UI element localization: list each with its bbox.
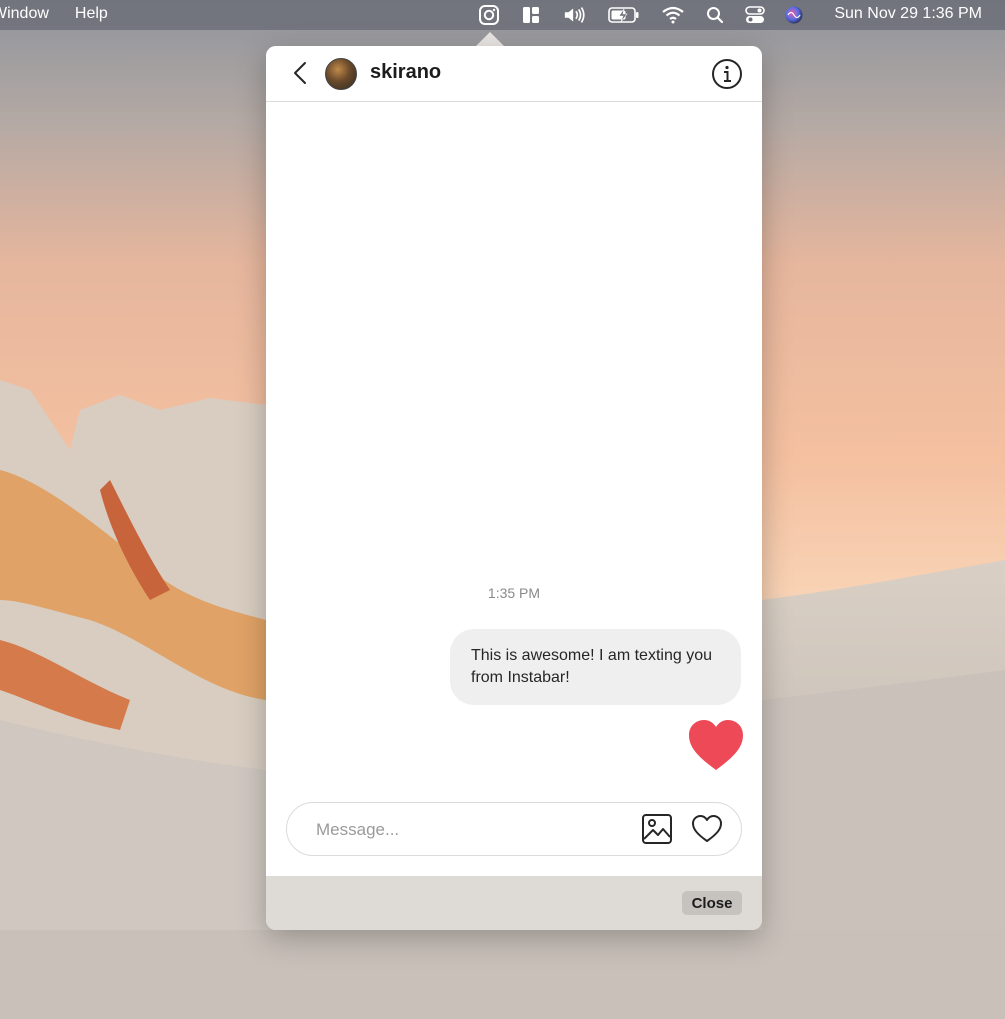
avatar[interactable] [325, 58, 357, 90]
popover-footer: Close [266, 876, 762, 930]
menu-window[interactable]: Window [0, 5, 49, 23]
like-message[interactable] [687, 718, 745, 772]
instabar-popover: skirano 1:35 PM This is awesome! I am te… [266, 46, 762, 930]
image-icon [642, 814, 672, 844]
message-input[interactable] [314, 817, 618, 843]
chat-username[interactable]: skirano [370, 61, 441, 84]
send-image-button[interactable] [641, 813, 673, 845]
heart-outline-icon [692, 815, 722, 842]
heart-icon [689, 720, 743, 770]
message-bubble[interactable]: This is awesome! I am texting you from I… [450, 629, 741, 705]
message-timestamp: 1:35 PM [487, 585, 541, 601]
volume-icon[interactable] [563, 4, 587, 26]
menubar-clock[interactable]: Sun Nov 29 1:36 PM [834, 5, 982, 23]
layout-icon[interactable] [519, 4, 543, 26]
menu-bar: Window Help Sun Nov 29 1:36 PM [0, 0, 1005, 30]
chat-header: skirano [266, 46, 762, 102]
menu-help[interactable]: Help [75, 5, 108, 23]
info-button[interactable] [711, 58, 743, 90]
siri-icon[interactable] [782, 4, 806, 26]
battery-charging-icon[interactable] [607, 4, 641, 26]
popover-arrow [476, 32, 504, 46]
close-button[interactable]: Close [682, 891, 742, 915]
chevron-left-icon [294, 62, 306, 84]
wifi-icon[interactable] [661, 4, 685, 26]
app-menus: Window Help [0, 5, 134, 23]
info-icon [712, 59, 742, 89]
instagram-icon[interactable] [477, 4, 501, 26]
search-icon[interactable] [703, 4, 727, 26]
back-button[interactable] [288, 60, 314, 86]
message-composer [286, 802, 742, 856]
send-like-button[interactable] [691, 814, 723, 844]
control-center-icon[interactable] [743, 4, 767, 26]
